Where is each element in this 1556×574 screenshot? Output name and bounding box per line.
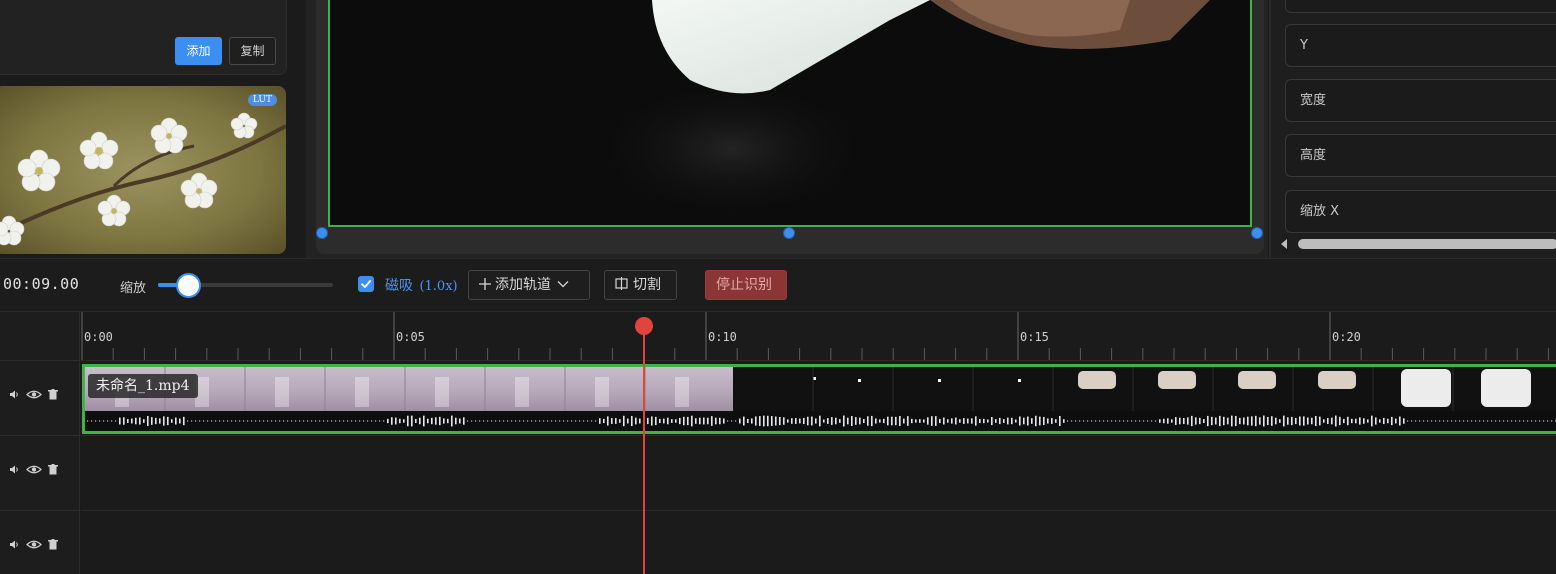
add-track-label: 添加轨道	[495, 277, 551, 293]
resize-handle-bottom-center[interactable]	[783, 227, 795, 239]
track-header-3	[0, 510, 80, 574]
eye-icon[interactable]	[26, 389, 42, 400]
volume-icon[interactable]	[9, 464, 20, 475]
lut-thumbnail[interactable]: LUT	[0, 86, 286, 254]
snap-text: 磁吸	[385, 278, 413, 294]
track-lane-2[interactable]	[81, 435, 1556, 510]
property-field-x[interactable]	[1285, 0, 1556, 13]
ruler-label: 0:20	[1332, 330, 1361, 344]
zoom-slider-knob[interactable]	[176, 273, 201, 298]
ruler-label: 0:15	[1020, 330, 1049, 344]
cut-button[interactable]: 切割	[604, 270, 677, 300]
video-preview[interactable]	[328, 0, 1252, 227]
scroll-left-arrow-icon[interactable]	[1281, 239, 1287, 249]
add-button[interactable]: 添加	[175, 37, 222, 65]
snap-multiplier: (1.0x)	[419, 279, 458, 294]
current-timecode: 00:09.00	[3, 275, 80, 293]
lut-badge: LUT	[247, 94, 277, 106]
trash-icon[interactable]	[48, 464, 58, 475]
eye-icon[interactable]	[26, 539, 42, 550]
plus-icon	[479, 278, 491, 290]
trash-icon[interactable]	[48, 539, 58, 550]
snap-checkbox[interactable]	[358, 276, 374, 292]
video-editor: 添加 复制 LUT Y 宽度 高度 缩放 X 00:09.00 缩放 磁吸 (1…	[0, 0, 1556, 574]
snap-label[interactable]: 磁吸 (1.0x)	[385, 275, 458, 295]
track-header-1	[0, 360, 80, 435]
resize-handle-bottom-left[interactable]	[316, 227, 328, 239]
scrollbar-thumb[interactable]	[1298, 239, 1556, 249]
video-clip[interactable]	[82, 364, 1556, 434]
audio-waveform	[87, 415, 1556, 427]
split-icon	[615, 277, 628, 290]
ruler-label: 0:10	[708, 330, 737, 344]
zoom-label: 缩放	[120, 281, 147, 296]
clip-name-label: 未命名_1.mp4	[88, 374, 198, 398]
blossom-image	[0, 86, 286, 254]
volume-icon[interactable]	[9, 539, 20, 550]
chevron-down-icon	[557, 281, 569, 288]
property-field-scale-x[interactable]: 缩放 X	[1285, 190, 1556, 233]
clip-frames-dark	[812, 367, 1531, 411]
resize-handle-bottom-right[interactable]	[1251, 227, 1263, 239]
check-icon	[361, 280, 372, 288]
clip-thumbnails-dark	[733, 367, 1556, 411]
ruler-label: 0:05	[396, 330, 425, 344]
cut-label: 切割	[633, 277, 661, 293]
copy-button[interactable]: 复制	[229, 37, 276, 65]
track-lane-3[interactable]	[81, 510, 1556, 574]
property-field-height[interactable]: 高度	[1285, 134, 1556, 177]
ruler-label: 0:00	[84, 330, 113, 344]
property-field-width[interactable]: 宽度	[1285, 79, 1556, 122]
trash-icon[interactable]	[48, 389, 58, 400]
eye-icon[interactable]	[26, 464, 42, 475]
video-frame-image	[330, 0, 1250, 225]
playhead-line[interactable]	[643, 328, 645, 574]
properties-scrollbar[interactable]	[1278, 237, 1556, 251]
stop-recognition-button[interactable]: 停止识别	[705, 270, 787, 300]
add-track-button[interactable]: 添加轨道	[468, 270, 590, 300]
playhead-handle[interactable]	[635, 317, 653, 335]
volume-icon[interactable]	[9, 389, 20, 400]
track-header-2	[0, 435, 80, 510]
property-field-y[interactable]: Y	[1285, 24, 1556, 67]
